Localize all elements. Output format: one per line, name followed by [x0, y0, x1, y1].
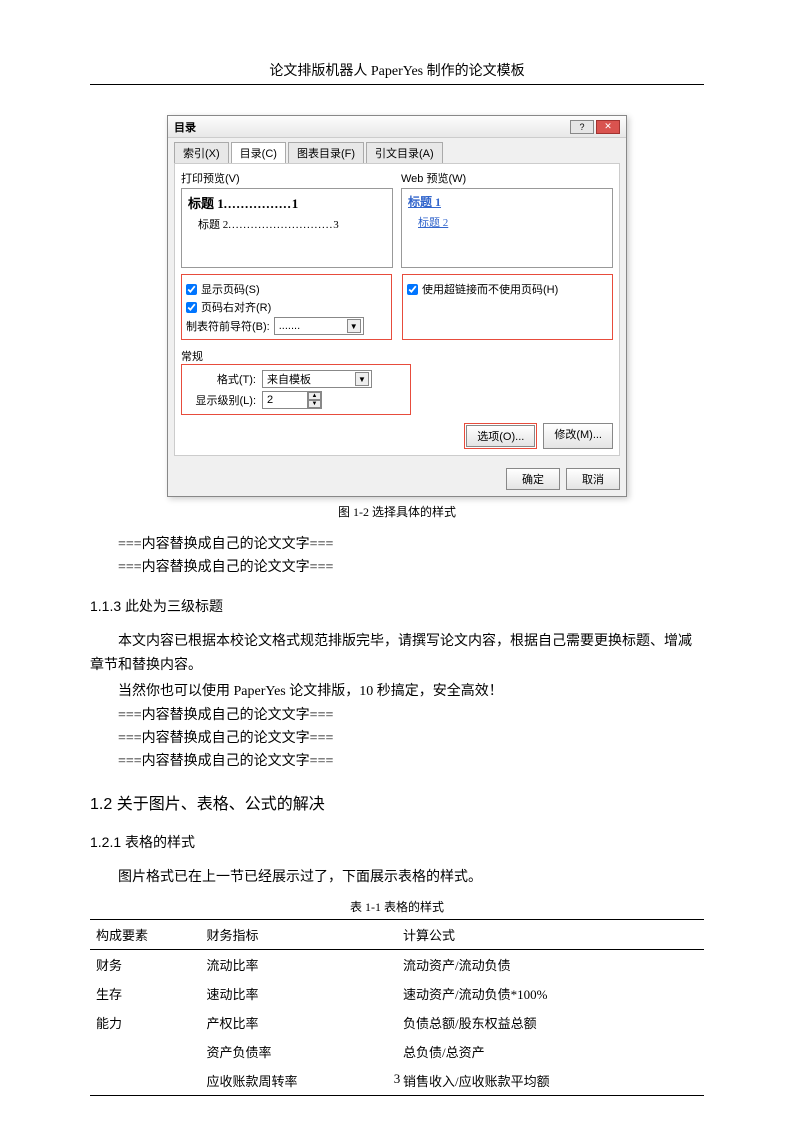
heading-1-2-1: 1.2.1 表格的样式 — [90, 832, 704, 852]
table-cell: 速动资产/流动负债*100% — [397, 979, 704, 1008]
heading-1-2: 1.2 关于图片、表格、公式的解决 — [90, 790, 704, 814]
level-label: 显示级别(L): — [186, 392, 256, 408]
chk-hyperlink[interactable]: 使用超链接而不使用页码(H) — [407, 281, 608, 297]
dialog-title: 目录 — [174, 119, 570, 135]
level-spinner[interactable]: 2 ▲▼ — [262, 391, 322, 409]
options-button[interactable]: 选项(O)... — [466, 425, 535, 447]
body-paragraph: 图片格式已在上一节已经展示过了，下面展示表格的样式。 — [90, 866, 704, 890]
tab-figures[interactable]: 图表目录(F) — [288, 142, 364, 163]
col-header: 计算公式 — [397, 920, 704, 950]
tab-index[interactable]: 索引(X) — [174, 142, 229, 163]
table-cell — [90, 1037, 201, 1066]
web-link-h2[interactable]: 标题 2 — [418, 214, 448, 230]
heading-1-1-3: 1.1.3 此处为三级标题 — [90, 596, 704, 616]
ok-button[interactable]: 确定 — [506, 468, 560, 490]
print-preview-box: 标题 1................1 标题 2..............… — [181, 188, 393, 268]
figure-dialog: 目录 ? ✕ 索引(X) 目录(C) 图表目录(F) 引文目录(A) 打印预览(… — [90, 115, 704, 497]
chevron-down-icon: ▼ — [355, 372, 369, 386]
table-caption: 表 1-1 表格的样式 — [90, 898, 704, 915]
chk-show-page[interactable]: 显示页码(S) — [186, 281, 387, 297]
web-link-h1[interactable]: 标题 1 — [408, 195, 441, 209]
table-cell: 财务 — [90, 950, 201, 980]
body-paragraph: 当然你也可以使用 PaperYes 论文排版，10 秒搞定，安全高效！ — [90, 680, 704, 704]
page-number: 3 — [0, 1071, 794, 1087]
data-table: 构成要素 财务指标 计算公式 财务流动比率流动资产/流动负债生存速动比率速动资产… — [90, 919, 704, 1096]
tab-citations[interactable]: 引文目录(A) — [366, 142, 443, 163]
leader-label: 制表符前导符(B): — [186, 318, 270, 334]
header-rule — [90, 84, 704, 85]
web-preview-box: 标题 1 标题 2 — [401, 188, 613, 268]
table-cell: 生存 — [90, 979, 201, 1008]
page-number-options: 显示页码(S) 页码右对齐(R) 制表符前导符(B): .......▼ — [181, 274, 392, 340]
format-label: 格式(T): — [186, 371, 256, 387]
placeholder-text: ===内容替换成自己的论文文字=== — [90, 705, 704, 726]
table-cell: 流动资产/流动负债 — [397, 950, 704, 980]
print-preview-label: 打印预览(V) — [181, 170, 393, 186]
web-preview-label: Web 预览(W) — [401, 170, 613, 186]
toc-dialog: 目录 ? ✕ 索引(X) 目录(C) 图表目录(F) 引文目录(A) 打印预览(… — [167, 115, 627, 497]
format-group: 格式(T): 来自模板▼ 显示级别(L): 2 ▲▼ — [181, 364, 411, 415]
placeholder-text: ===内容替换成自己的论文文字=== — [90, 534, 704, 555]
cancel-button[interactable]: 取消 — [566, 468, 620, 490]
placeholder-text: ===内容替换成自己的论文文字=== — [90, 557, 704, 578]
table-cell: 能力 — [90, 1008, 201, 1037]
table-cell: 总负债/总资产 — [397, 1037, 704, 1066]
help-button[interactable]: ? — [570, 120, 594, 134]
figure-caption: 图 1-2 选择具体的样式 — [90, 503, 704, 520]
col-header: 财务指标 — [201, 920, 397, 950]
tab-strip: 索引(X) 目录(C) 图表目录(F) 引文目录(A) — [168, 138, 626, 163]
chevron-down-icon: ▼ — [347, 319, 361, 333]
placeholder-text: ===内容替换成自己的论文文字=== — [90, 751, 704, 772]
hyperlink-option: 使用超链接而不使用页码(H) — [402, 274, 613, 340]
format-combo[interactable]: 来自模板▼ — [262, 370, 372, 388]
modify-button[interactable]: 修改(M)... — [543, 423, 613, 449]
table-cell: 流动比率 — [201, 950, 397, 980]
page-header: 论文排版机器人 PaperYes 制作的论文模板 — [90, 60, 704, 80]
leader-combo[interactable]: .......▼ — [274, 317, 364, 335]
placeholder-text: ===内容替换成自己的论文文字=== — [90, 728, 704, 749]
body-paragraph: 本文内容已根据本校论文格式规范排版完毕，请撰写论文内容，根据自己需要更换标题、增… — [90, 630, 704, 678]
table-cell: 资产负债率 — [201, 1037, 397, 1066]
titlebar: 目录 ? ✕ — [168, 116, 626, 138]
general-label: 常规 — [181, 348, 613, 364]
table-cell: 产权比率 — [201, 1008, 397, 1037]
dialog-body: 打印预览(V) 标题 1................1 标题 2......… — [174, 163, 620, 456]
tab-toc[interactable]: 目录(C) — [231, 142, 286, 163]
col-header: 构成要素 — [90, 920, 201, 950]
chk-right-align[interactable]: 页码右对齐(R) — [186, 299, 387, 315]
close-button[interactable]: ✕ — [596, 120, 620, 134]
table-cell: 负债总额/股东权益总额 — [397, 1008, 704, 1037]
table-cell: 速动比率 — [201, 979, 397, 1008]
